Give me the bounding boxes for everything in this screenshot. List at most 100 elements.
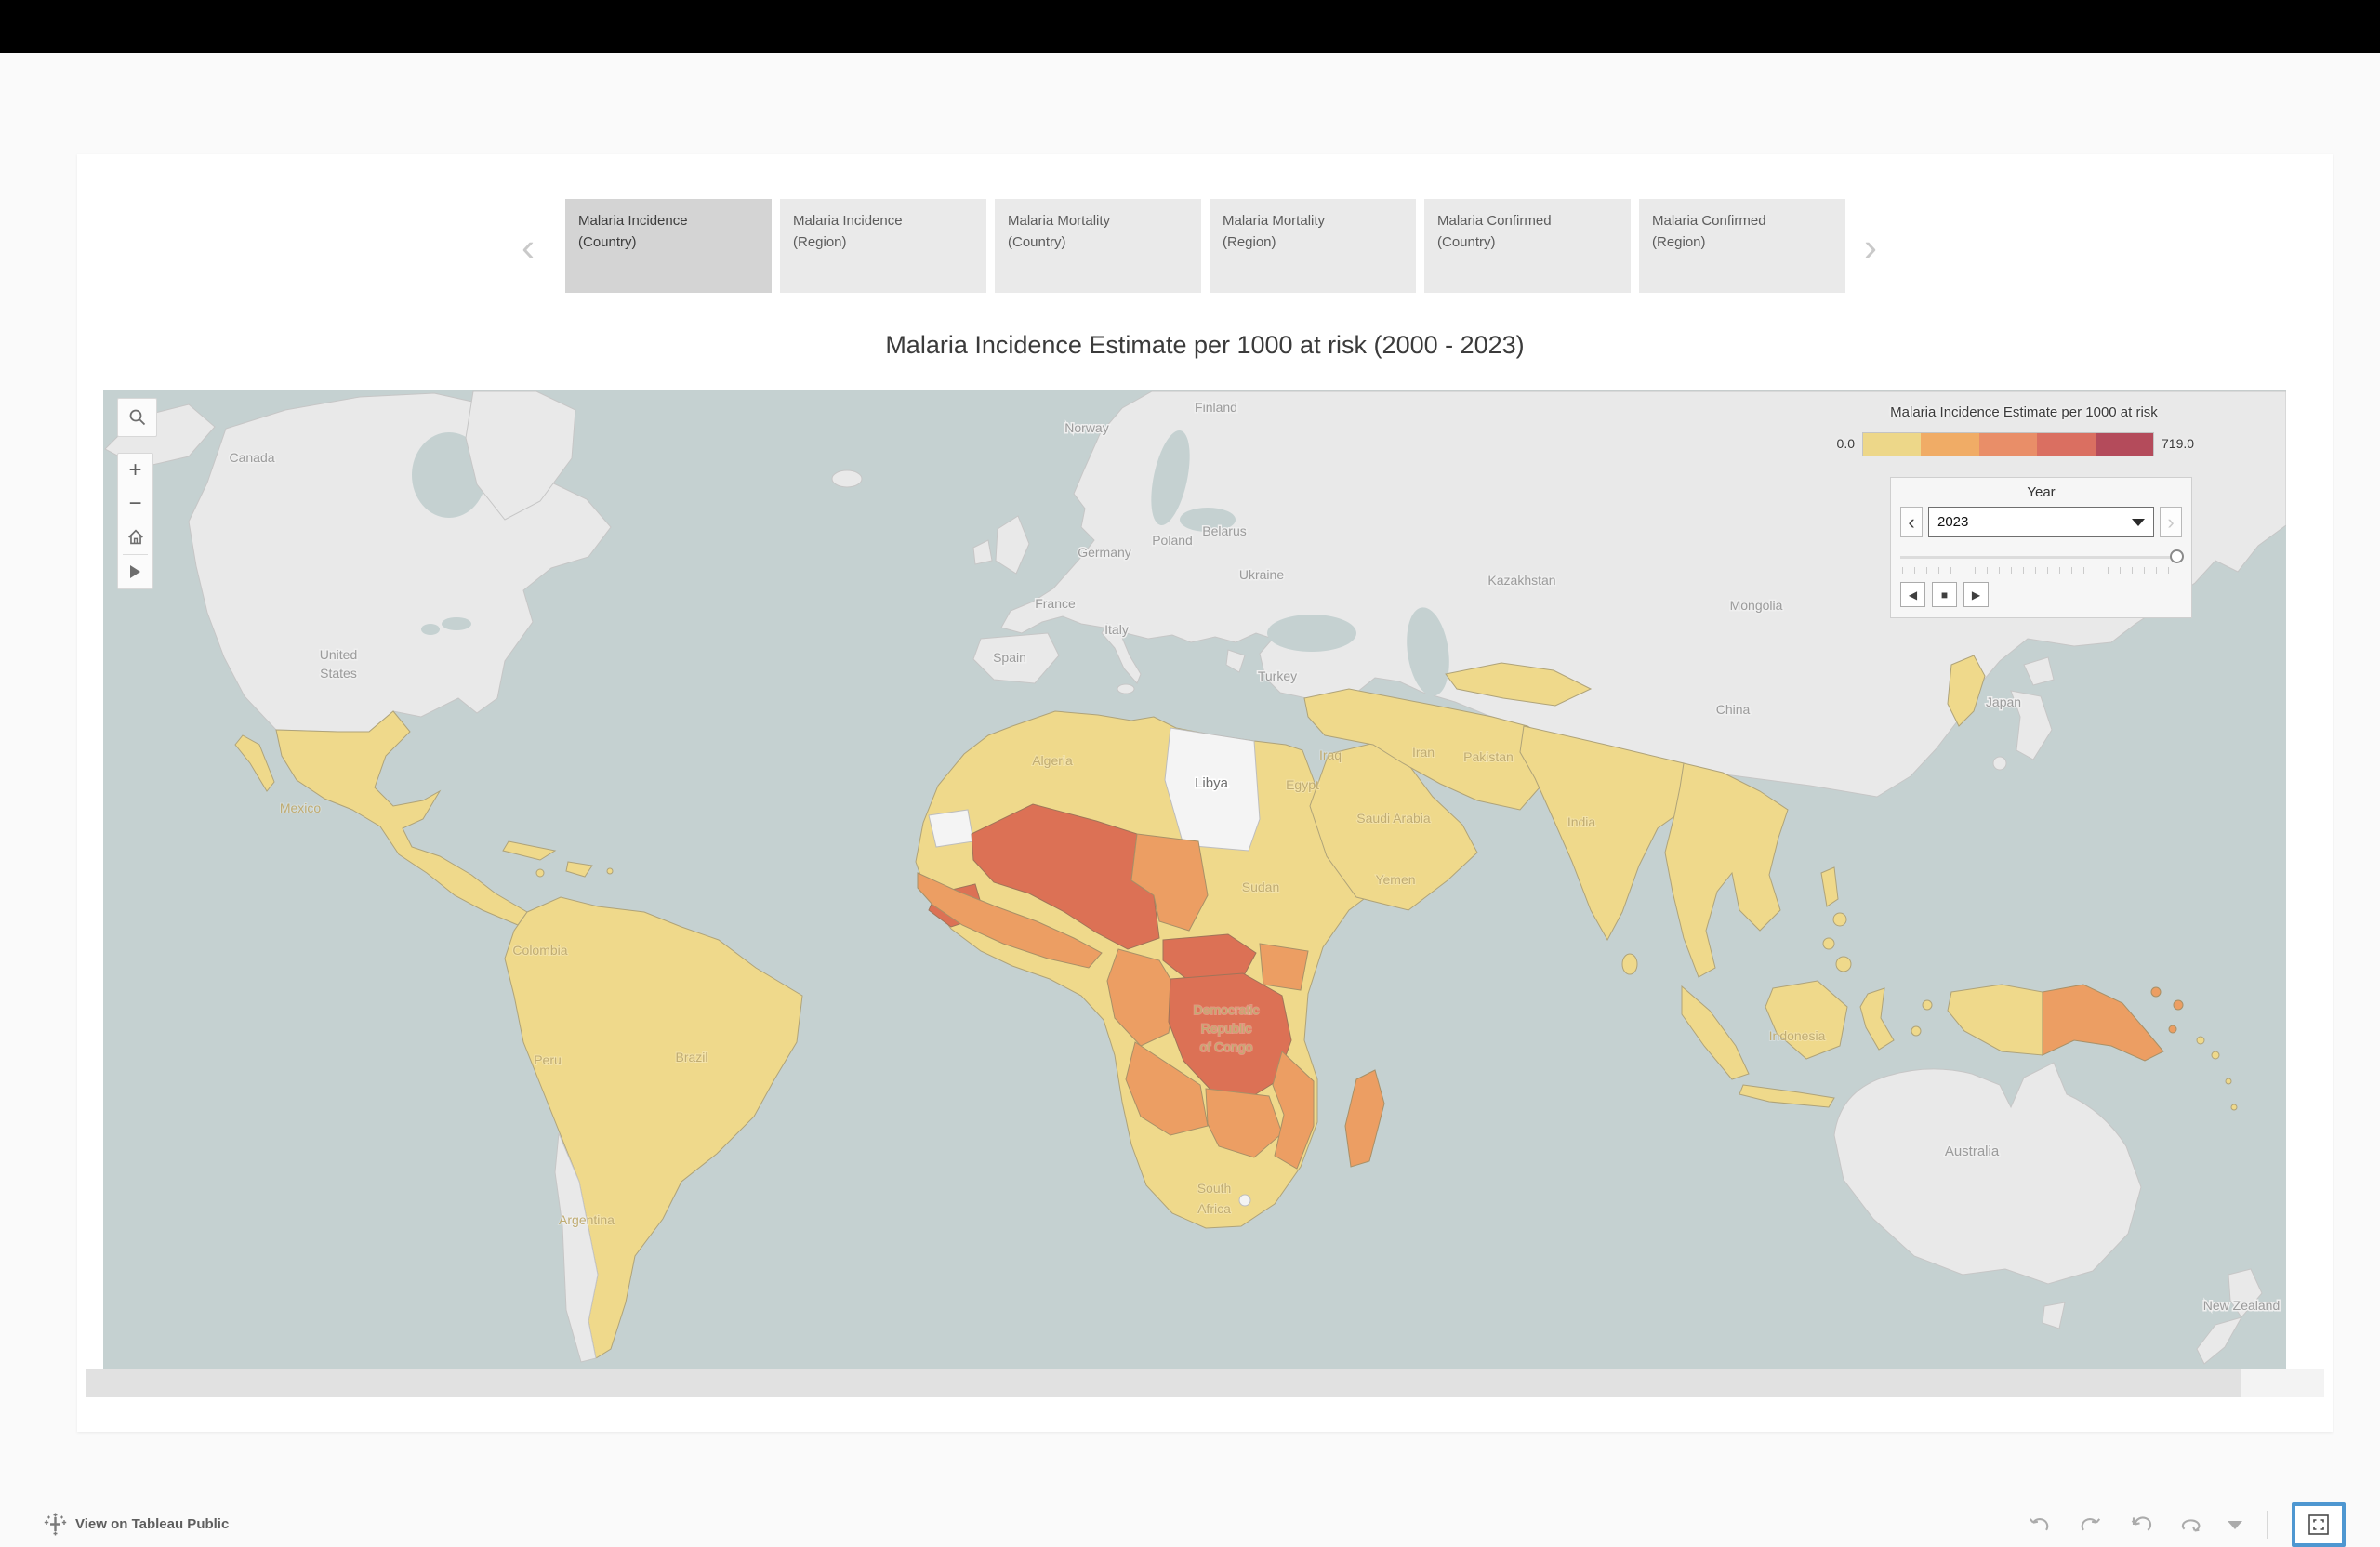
map-label: States: [320, 666, 357, 681]
legend-step-2: [1921, 433, 1978, 456]
map-label: New Zealand: [2203, 1298, 2281, 1313]
legend-color-ramp[interactable]: [1862, 432, 2154, 456]
country-ireland[interactable]: [973, 540, 992, 564]
country-cuba[interactable]: [503, 841, 555, 860]
tabs-next-chevron[interactable]: ›: [1864, 219, 1877, 275]
country-philippines[interactable]: [1821, 867, 1838, 906]
map-label: Italy: [1104, 622, 1129, 637]
legend-step-5: [2096, 433, 2153, 456]
map-home-button[interactable]: [118, 521, 152, 554]
reset-icon[interactable]: [2127, 1512, 2153, 1538]
region-mexico-central-america[interactable]: [276, 711, 527, 925]
country-indonesia-sulawesi[interactable]: [1860, 988, 1894, 1050]
zoom-in-button[interactable]: +: [118, 454, 152, 487]
tab-malaria-incidence-region[interactable]: Malaria Incidence (Region): [780, 199, 986, 293]
tab-label: Malaria Confirmed: [1437, 211, 1618, 232]
region-uganda-south-sudan[interactable]: [1260, 944, 1308, 990]
horizontal-scrollbar-thumb[interactable]: [86, 1369, 2241, 1397]
map-label: United: [320, 647, 357, 662]
fullscreen-button[interactable]: [2292, 1502, 2346, 1547]
country-madagascar[interactable]: [1345, 1070, 1384, 1167]
tab-malaria-incidence-country[interactable]: Malaria Incidence (Country): [565, 199, 772, 293]
tab-label: Malaria Mortality: [1008, 211, 1188, 232]
country-australia-tasmania[interactable]: [2043, 1302, 2065, 1329]
map-label: Germany: [1078, 545, 1131, 560]
country-indonesia-sumatra[interactable]: [1682, 986, 1749, 1079]
more-options-caret-icon[interactable]: [2228, 1521, 2242, 1529]
browser-top-bar: [0, 0, 2380, 53]
map-label: Peru: [534, 1052, 562, 1067]
tab-label: Malaria Incidence: [793, 211, 973, 232]
map-search-button[interactable]: [117, 398, 157, 437]
country-sri-lanka[interactable]: [1622, 954, 1637, 974]
country-uk[interactable]: [996, 516, 1029, 574]
country-greece[interactable]: [1226, 650, 1245, 672]
map-tools-expand-button[interactable]: [118, 555, 152, 588]
country-japan-hokkaido[interactable]: [2024, 657, 2054, 685]
legend-step-1: [1863, 433, 1921, 456]
map-label: Pakistan: [1463, 749, 1514, 764]
playback-step-back-button[interactable]: ◀: [1900, 582, 1925, 607]
country-western-sahara[interactable]: [929, 810, 973, 847]
view-on-tableau-public-link[interactable]: View on Tableau Public: [43, 1512, 229, 1537]
zoom-out-button[interactable]: −: [118, 487, 152, 521]
tab-label: (Region): [1652, 232, 1832, 254]
year-dropdown[interactable]: 2023: [1928, 507, 2154, 537]
map-label: Brazil: [675, 1050, 707, 1064]
country-new-zealand-south[interactable]: [2197, 1317, 2241, 1364]
country-hispaniola[interactable]: [566, 862, 592, 877]
year-filter-title: Year: [1891, 484, 2191, 500]
horizontal-scrollbar-track[interactable]: [86, 1369, 2324, 1397]
playback-stop-button[interactable]: ■: [1932, 582, 1957, 607]
country-mexico-baja[interactable]: [235, 735, 274, 791]
redo-icon[interactable]: [2077, 1512, 2103, 1538]
legend-step-3: [1979, 433, 2037, 456]
home-icon: [126, 527, 146, 548]
year-slider-handle[interactable]: [2170, 549, 2184, 563]
region-korea[interactable]: [1948, 655, 1985, 726]
tab-label: (Country): [1437, 232, 1618, 254]
tab-malaria-mortality-region[interactable]: Malaria Mortality (Region): [1210, 199, 1416, 293]
tab-label: Malaria Incidence: [578, 211, 759, 232]
country-australia[interactable]: [1834, 1063, 2141, 1284]
tabs-prev-chevron[interactable]: ‹: [522, 219, 535, 275]
share-icon[interactable]: [2177, 1512, 2203, 1538]
region-southeast-asia[interactable]: [1665, 763, 1788, 977]
year-slider[interactable]: [1900, 549, 2182, 564]
map-label: Ukraine: [1239, 567, 1284, 582]
choropleth-map[interactable]: Canada United States Mexico Colombia Per…: [103, 390, 2286, 1368]
map-label: Sudan: [1242, 879, 1279, 894]
map-label: India: [1567, 814, 1596, 829]
country-iceland[interactable]: [832, 470, 862, 487]
country-lesotho[interactable]: [1239, 1195, 1250, 1206]
legend-min-value: 0.0: [1767, 436, 1855, 451]
map-label: Canada: [229, 450, 274, 465]
playback-play-button[interactable]: ▶: [1964, 582, 1989, 607]
map-label: Mexico: [280, 800, 322, 815]
map-label: Libya: [1195, 775, 1229, 791]
year-dropdown-value: 2023: [1937, 514, 1968, 530]
country-papua-new-guinea[interactable]: [2043, 985, 2163, 1061]
legend-title: Malaria Incidence Estimate per 1000 at r…: [1792, 404, 2256, 420]
year-prev-button[interactable]: ‹: [1900, 507, 1923, 537]
undo-icon[interactable]: [2027, 1512, 2053, 1538]
map-label: Yemen: [1375, 872, 1415, 887]
map-label: Mongolia: [1730, 598, 1783, 613]
tab-malaria-mortality-country[interactable]: Malaria Mortality (Country): [995, 199, 1201, 293]
tab-malaria-confirmed-country[interactable]: Malaria Confirmed (Country): [1424, 199, 1631, 293]
fullscreen-icon: [2307, 1513, 2331, 1537]
tableau-logo-icon: [43, 1512, 68, 1537]
tab-malaria-confirmed-region[interactable]: Malaria Confirmed (Region): [1639, 199, 1845, 293]
country-indonesia-borneo[interactable]: [1765, 981, 1847, 1059]
map-label: Australia: [1945, 1144, 2000, 1159]
map-label: Iran: [1412, 745, 1435, 760]
year-next-button[interactable]: ›: [2160, 507, 2182, 537]
region-south-america[interactable]: [505, 897, 802, 1358]
map-label: China: [1716, 702, 1751, 717]
country-indonesia-java[interactable]: [1739, 1085, 1834, 1107]
year-filter-panel: Year ‹ 2023 › ◀ ■: [1890, 477, 2192, 618]
region-west-new-guinea[interactable]: [1948, 985, 2043, 1055]
map-label: South: [1197, 1181, 1232, 1196]
map-label: Japan: [1986, 694, 2021, 709]
map-label: Argentina: [559, 1212, 615, 1227]
